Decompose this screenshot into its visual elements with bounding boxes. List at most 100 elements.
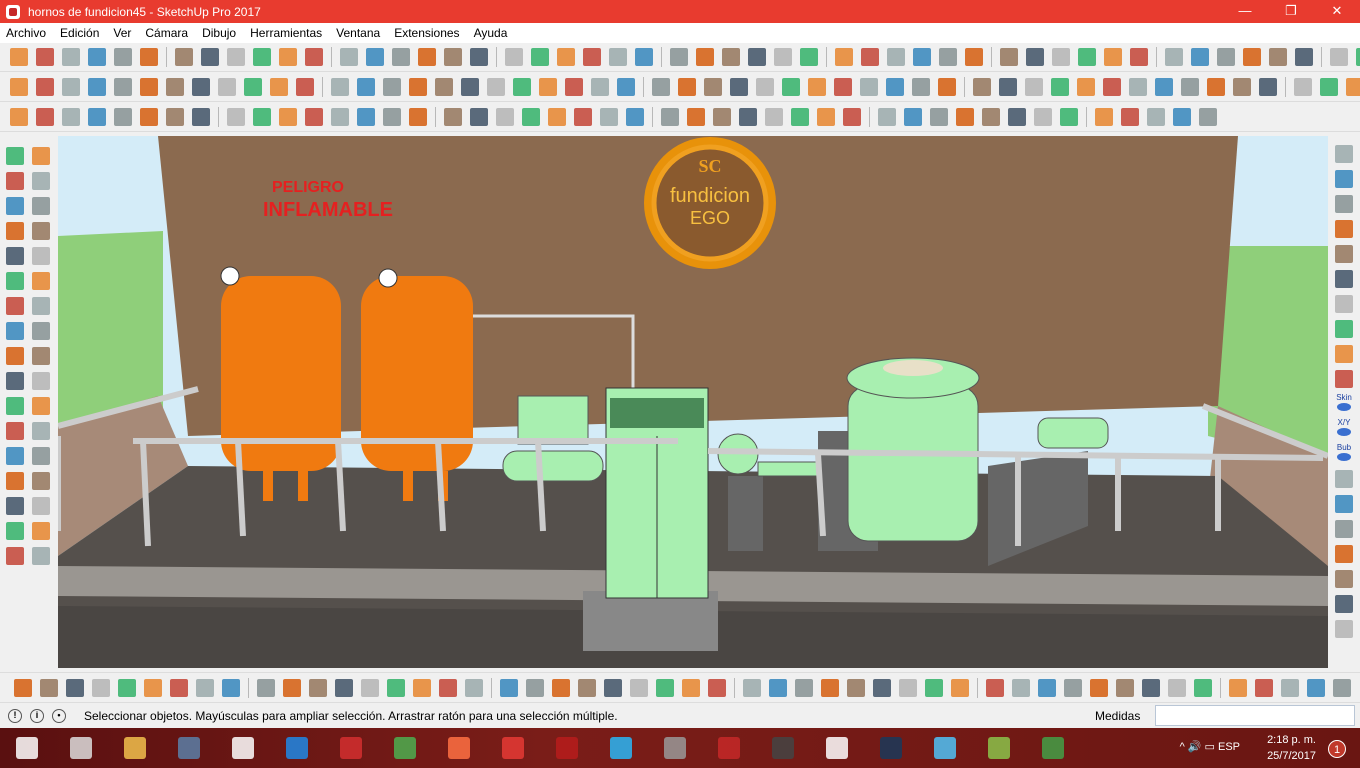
tool-icon[interactable] — [1335, 245, 1353, 263]
taskbar-app-icon[interactable] — [772, 737, 794, 759]
tool-icon[interactable] — [682, 678, 700, 697]
tool-icon[interactable] — [1116, 678, 1134, 697]
tool-icon[interactable] — [1294, 78, 1312, 96]
tool-icon[interactable] — [10, 108, 28, 126]
tool-icon[interactable] — [583, 48, 601, 66]
tool-icon[interactable] — [652, 78, 670, 96]
tool-icon[interactable] — [1165, 48, 1183, 66]
tool-icon[interactable] — [32, 172, 50, 190]
tool-icon[interactable] — [769, 678, 787, 697]
minimize-button[interactable]: — — [1222, 0, 1268, 23]
tool-icon[interactable] — [418, 48, 436, 66]
tool-icon[interactable] — [513, 78, 531, 96]
tool-icon[interactable] — [626, 108, 644, 126]
tool-icon[interactable] — [1121, 108, 1139, 126]
bub-tool-button[interactable]: Bub — [1333, 443, 1355, 465]
tool-icon[interactable] — [6, 247, 24, 265]
tool-icon[interactable] — [887, 48, 905, 66]
tool-icon[interactable] — [32, 197, 50, 215]
tool-icon[interactable] — [66, 678, 84, 697]
tool-icon[interactable] — [1000, 48, 1018, 66]
tool-icon[interactable] — [713, 108, 731, 126]
tool-icon[interactable] — [1335, 520, 1353, 538]
taskbar-app-icon[interactable] — [448, 737, 470, 759]
tool-icon[interactable] — [32, 322, 50, 340]
tool-icon[interactable] — [904, 108, 922, 126]
tool-icon[interactable] — [1335, 320, 1353, 338]
tool-icon[interactable] — [496, 108, 514, 126]
tool-icon[interactable] — [1281, 678, 1299, 697]
taskbar-app-icon[interactable] — [988, 737, 1010, 759]
tool-icon[interactable] — [1103, 78, 1121, 96]
tool-icon[interactable] — [1320, 78, 1338, 96]
tool-icon[interactable] — [1356, 48, 1360, 66]
tool-icon[interactable] — [279, 48, 297, 66]
tool-icon[interactable] — [1051, 78, 1069, 96]
tool-icon[interactable] — [656, 678, 674, 697]
tool-icon[interactable] — [1335, 345, 1353, 363]
tool-icon[interactable] — [387, 678, 405, 697]
tool-icon[interactable] — [748, 48, 766, 66]
taskbar-app-icon[interactable] — [394, 737, 416, 759]
tool-icon[interactable] — [257, 678, 275, 697]
tool-icon[interactable] — [531, 48, 549, 66]
tool-icon[interactable] — [1229, 678, 1247, 697]
tool-icon[interactable] — [1335, 170, 1353, 188]
tool-icon[interactable] — [696, 48, 714, 66]
taskbar-app-icon[interactable] — [502, 737, 524, 759]
tool-icon[interactable] — [1155, 78, 1173, 96]
tool-icon[interactable] — [774, 48, 792, 66]
tool-icon[interactable] — [505, 48, 523, 66]
tool-icon[interactable] — [1194, 678, 1212, 697]
skin-tool-button[interactable]: Skin — [1333, 393, 1355, 415]
measurements-input[interactable] — [1155, 705, 1355, 726]
tool-icon[interactable] — [522, 108, 540, 126]
tool-icon[interactable] — [739, 108, 757, 126]
tool-icon[interactable] — [1191, 48, 1209, 66]
tool-icon[interactable] — [357, 78, 375, 96]
tool-icon[interactable] — [88, 48, 106, 66]
tool-icon[interactable] — [361, 678, 379, 697]
tool-icon[interactable] — [821, 678, 839, 697]
tool-icon[interactable] — [1307, 678, 1325, 697]
tool-icon[interactable] — [1330, 48, 1348, 66]
tool-icon[interactable] — [1077, 78, 1095, 96]
tool-icon[interactable] — [956, 108, 974, 126]
tool-icon[interactable] — [1295, 48, 1313, 66]
menu-archivo[interactable]: Archivo — [6, 26, 46, 40]
tool-icon[interactable] — [32, 547, 50, 565]
tool-icon[interactable] — [36, 48, 54, 66]
tool-icon[interactable] — [140, 78, 158, 96]
taskbar-app-icon[interactable] — [934, 737, 956, 759]
tool-icon[interactable] — [6, 297, 24, 315]
tool-icon[interactable] — [982, 108, 1000, 126]
tool-icon[interactable] — [192, 108, 210, 126]
tool-icon[interactable] — [6, 522, 24, 540]
tool-icon[interactable] — [1052, 48, 1070, 66]
tool-icon[interactable] — [6, 447, 24, 465]
tool-icon[interactable] — [765, 108, 783, 126]
info-icon[interactable]: i — [30, 708, 44, 723]
tool-icon[interactable] — [439, 678, 457, 697]
menu-ventana[interactable]: Ventana — [336, 26, 380, 40]
tool-icon[interactable] — [32, 472, 50, 490]
tool-icon[interactable] — [1104, 48, 1122, 66]
tool-icon[interactable] — [279, 108, 297, 126]
tool-icon[interactable] — [1026, 48, 1044, 66]
tool-icon[interactable] — [1130, 48, 1148, 66]
tool-icon[interactable] — [413, 678, 431, 697]
search-icon[interactable] — [70, 737, 92, 759]
tool-icon[interactable] — [1217, 48, 1235, 66]
tool-icon[interactable] — [435, 78, 453, 96]
tool-icon[interactable] — [340, 48, 358, 66]
tool-icon[interactable] — [800, 48, 818, 66]
tool-icon[interactable] — [1335, 270, 1353, 288]
tool-icon[interactable] — [899, 678, 917, 697]
tool-icon[interactable] — [140, 108, 158, 126]
tool-icon[interactable] — [1181, 78, 1199, 96]
tool-icon[interactable] — [32, 397, 50, 415]
tool-icon[interactable] — [609, 48, 627, 66]
taskbar-app-icon[interactable] — [286, 737, 308, 759]
tool-icon[interactable] — [557, 48, 575, 66]
tool-icon[interactable] — [704, 78, 722, 96]
